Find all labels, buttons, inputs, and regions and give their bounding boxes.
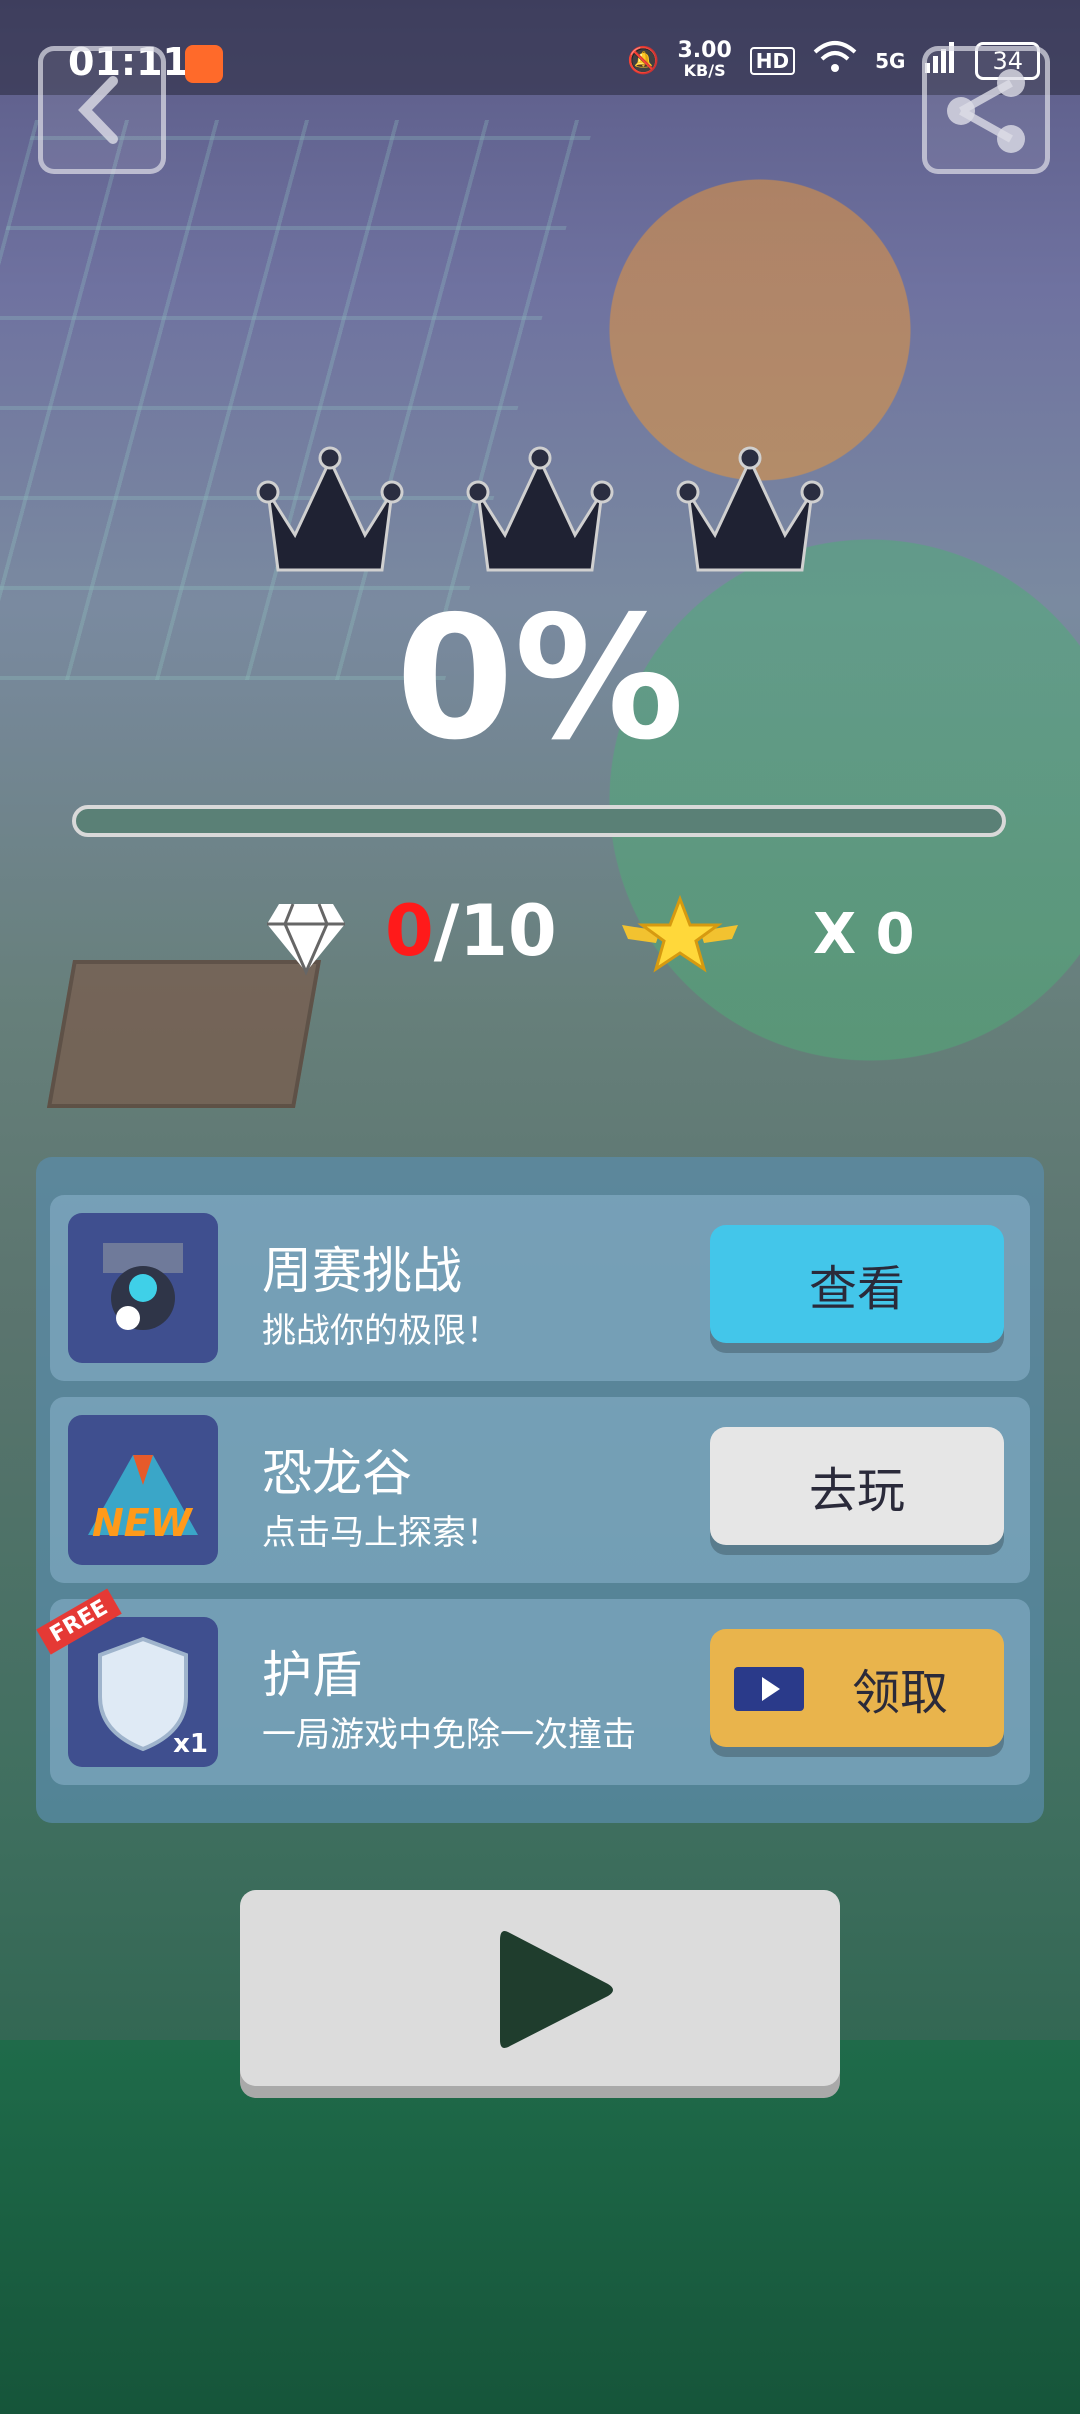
mute-icon: 🔕 [627,45,660,76]
background-ground [0,2040,1080,2414]
network-speed: 3.00 KB/S [677,37,732,80]
play-button[interactable] [240,1890,840,2086]
crown-icon [256,446,404,572]
video-ad-icon [734,1667,804,1711]
view-button[interactable]: 查看 [710,1225,1004,1343]
item-subtitle: 挑战你的极限！ [262,1311,500,1351]
gem-counter: 0/10 [385,890,557,972]
crown-rating [250,440,830,590]
wifi-icon [813,40,857,81]
crown-icon [676,446,824,572]
signal-label: 5G [875,48,906,73]
chevron-left-icon [78,76,118,144]
claim-label: 领取 [851,1665,948,1721]
list-item-dino-valley: NEW 恐龙谷 点击马上探索！ 去玩 [50,1397,1030,1583]
play-icon [500,1931,613,2048]
share-icon [947,69,1025,153]
list-item-weekly-challenge: 周赛挑战 挑战你的极限！ 查看 [50,1195,1030,1381]
play-mode-button[interactable]: 去玩 [710,1427,1004,1545]
collectibles-stats: 0/10 X 0 [265,890,915,980]
diamond-icon [267,903,345,976]
level-progress-bar [72,805,1006,837]
shield-icon: x1 [68,1617,218,1767]
crown-icon [466,446,614,572]
gem-total: /10 [433,890,557,972]
item-title: 恐龙谷 [262,1444,412,1502]
item-subtitle: 一局游戏中免除一次撞击 [262,1715,636,1755]
progress-percent: 0% [395,580,685,778]
new-badge: NEW [92,1501,192,1545]
robot-icon [68,1213,218,1363]
back-button[interactable] [38,46,166,174]
item-title: 护盾 [262,1646,362,1704]
background-block [46,960,322,1108]
claim-button[interactable]: 领取 [710,1629,1004,1747]
item-subtitle: 点击马上探索！ [262,1513,500,1553]
hd-badge: HD [749,46,796,75]
activities-panel: 周赛挑战 挑战你的极限！ 查看 NEW 恐龙谷 点击马上探索！ 去玩 x1 FR… [36,1157,1044,1823]
app-notification-icon [185,45,223,83]
item-title: 周赛挑战 [262,1242,462,1300]
star-counter: X 0 [813,902,915,967]
list-item-shield: x1 FREE 护盾 一局游戏中免除一次撞击 领取 [36,1588,1030,1785]
gem-current: 0 [385,890,434,972]
share-button[interactable] [922,46,1050,174]
count-tag: x1 [173,1729,208,1759]
winged-star-icon [622,895,738,973]
volcano-new-icon: NEW [68,1415,218,1565]
